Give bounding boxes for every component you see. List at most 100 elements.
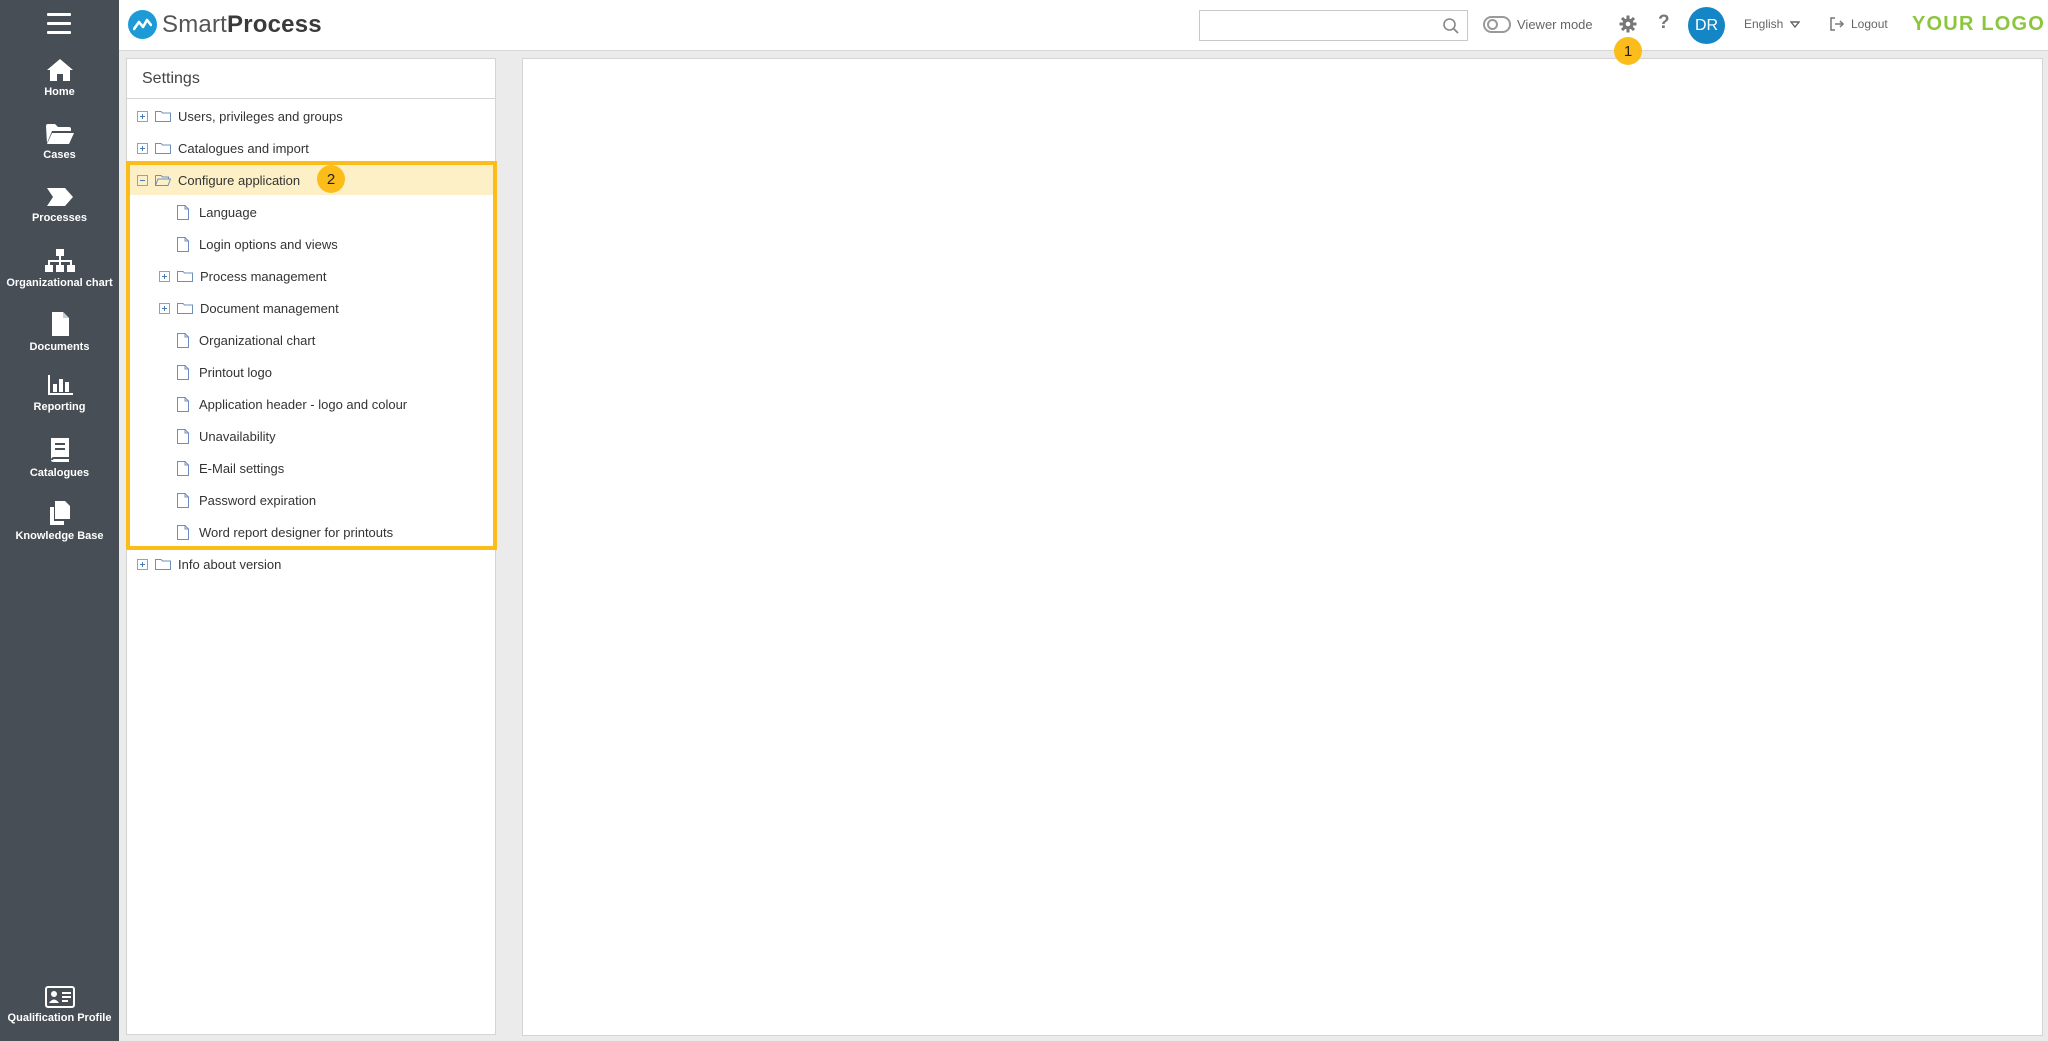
sidebar-item-reporting[interactable]: Reporting	[0, 375, 119, 435]
page-icon	[177, 492, 189, 508]
bar-chart-icon	[47, 375, 73, 395]
collapse-icon[interactable]	[137, 174, 148, 186]
expand-icon[interactable]	[137, 558, 148, 570]
page-icon	[177, 524, 189, 540]
tree-item-printout-logo[interactable]: Printout logo	[127, 357, 495, 387]
sidebar-item-label: Cases	[43, 149, 76, 161]
tree-item-login-options[interactable]: Login options and views	[127, 229, 495, 259]
brand-name: SmartProcess	[162, 10, 322, 38]
folder-open-icon	[155, 175, 171, 186]
book-icon	[50, 438, 69, 462]
sidebar-item-label: Documents	[29, 341, 90, 353]
tree-item-label: Word report designer for printouts	[199, 524, 394, 540]
sidebar-item-home[interactable]: Home	[0, 58, 119, 118]
folder-icon	[155, 143, 171, 154]
home-icon	[46, 59, 73, 81]
step-badge: 2	[317, 165, 345, 193]
top-bar: SmartProcess Viewer mode ? DR English Lo…	[119, 0, 2048, 51]
search-box[interactable]	[1199, 10, 1468, 41]
expand-icon[interactable]	[159, 270, 170, 282]
language-selector[interactable]: English	[1744, 17, 1801, 31]
search-icon[interactable]	[1442, 17, 1460, 35]
sidebar-item-label: Home	[44, 86, 75, 98]
copy-icon	[49, 501, 70, 525]
folder-icon	[177, 271, 193, 282]
logout-label: Logout	[1851, 17, 1888, 31]
language-label: English	[1744, 17, 1784, 31]
folder-icon	[177, 303, 193, 314]
tree-item-password-expiration[interactable]: Password expiration	[127, 485, 495, 515]
tree-item-label: Login options and views	[199, 236, 338, 252]
sidebar-item-label: Organizational chart	[6, 277, 113, 289]
page-icon	[177, 396, 189, 412]
gear-icon[interactable]	[1619, 15, 1637, 33]
tree-item-label: Catalogues and import	[178, 140, 309, 156]
avatar[interactable]: DR	[1688, 7, 1725, 44]
settings-panel: Settings Users, privileges and groups Ca…	[126, 58, 496, 1035]
id-card-icon	[44, 986, 75, 1008]
page-icon	[177, 332, 189, 348]
page-icon	[177, 428, 189, 444]
tree-item-application-header[interactable]: Application header - logo and colour	[127, 389, 495, 419]
tree-item-label: Unavailability	[199, 428, 276, 444]
document-icon	[51, 312, 69, 336]
tree-item-label: Application header - logo and colour	[199, 396, 408, 412]
help-icon[interactable]: ?	[1658, 12, 1670, 34]
company-logo: YOUR LOGO	[1912, 13, 2046, 35]
tree-item-users-privileges-groups[interactable]: Users, privileges and groups	[127, 101, 495, 131]
search-input[interactable]	[1200, 11, 1430, 40]
sidebar-item-documents[interactable]: Documents	[0, 311, 119, 371]
expand-icon[interactable]	[137, 110, 148, 122]
folder-icon	[155, 111, 171, 122]
process-icon	[46, 188, 73, 206]
tree-item-unavailability[interactable]: Unavailability	[127, 421, 495, 451]
expand-icon[interactable]	[159, 302, 170, 314]
tree-item-email-settings[interactable]: E-Mail settings	[127, 453, 495, 483]
tree-item-info-about-version[interactable]: Info about version	[127, 549, 495, 579]
tree-item-label: Users, privileges and groups	[178, 108, 343, 124]
toggle-switch-icon[interactable]	[1483, 16, 1511, 33]
step-badge: 1	[1614, 37, 1642, 65]
tree-item-label: Password expiration	[199, 492, 317, 508]
tree-item-label: Info about version	[178, 556, 282, 572]
chevron-down-icon	[1790, 20, 1801, 28]
sidebar-item-knowledge-base[interactable]: Knowledge Base	[0, 500, 119, 560]
page-icon	[177, 364, 189, 380]
tree-item-label: Configure application	[178, 172, 301, 188]
logout-icon	[1830, 17, 1845, 31]
sidebar-item-qualification-profile[interactable]: Qualification Profile	[0, 986, 119, 1041]
viewer-mode-label: Viewer mode	[1517, 17, 1593, 32]
tree-item-label: E-Mail settings	[199, 460, 285, 476]
viewer-mode-toggle[interactable]: Viewer mode	[1483, 16, 1593, 33]
content-area	[522, 58, 2043, 1036]
tree-item-word-report-designer[interactable]: Word report designer for printouts	[127, 517, 495, 547]
tree-item-label: Organizational chart	[199, 332, 316, 348]
sidebar-item-catalogues[interactable]: Catalogues	[0, 437, 119, 497]
tree-item-catalogues-import[interactable]: Catalogues and import	[127, 133, 495, 163]
sidebar-item-label: Processes	[31, 212, 88, 224]
tree-item-organizational-chart[interactable]: Organizational chart	[127, 325, 495, 355]
sidebar-item-cases[interactable]: Cases	[0, 123, 119, 183]
tree-item-process-management[interactable]: Process management	[127, 261, 495, 291]
sidebar-item-label: Knowledge Base	[15, 530, 104, 542]
sidebar: Home Cases Processes Organizational char…	[0, 0, 119, 1041]
sidebar-item-label: Catalogues	[29, 467, 90, 479]
panel-title: Settings	[127, 59, 495, 99]
tree-item-language[interactable]: Language	[127, 197, 495, 227]
page-icon	[177, 460, 189, 476]
sidebar-item-label: Reporting	[33, 401, 86, 413]
sidebar-item-organizational-chart[interactable]: Organizational chart	[0, 249, 119, 309]
tree-item-configure-application[interactable]: Configure application	[127, 165, 495, 195]
org-chart-icon	[44, 249, 75, 272]
tree-item-label: Printout logo	[199, 364, 272, 380]
tree-item-label: Process management	[200, 268, 327, 284]
sidebar-item-processes[interactable]: Processes	[0, 186, 119, 246]
expand-icon[interactable]	[137, 142, 148, 154]
page-icon	[177, 204, 189, 220]
page-icon	[177, 236, 189, 252]
hamburger-menu-icon[interactable]	[47, 13, 71, 35]
tree-item-document-management[interactable]: Document management	[127, 293, 495, 323]
brand-logo[interactable]: SmartProcess	[128, 10, 322, 39]
tree-item-label: Language	[199, 204, 257, 220]
logout-button[interactable]: Logout	[1829, 17, 1888, 31]
